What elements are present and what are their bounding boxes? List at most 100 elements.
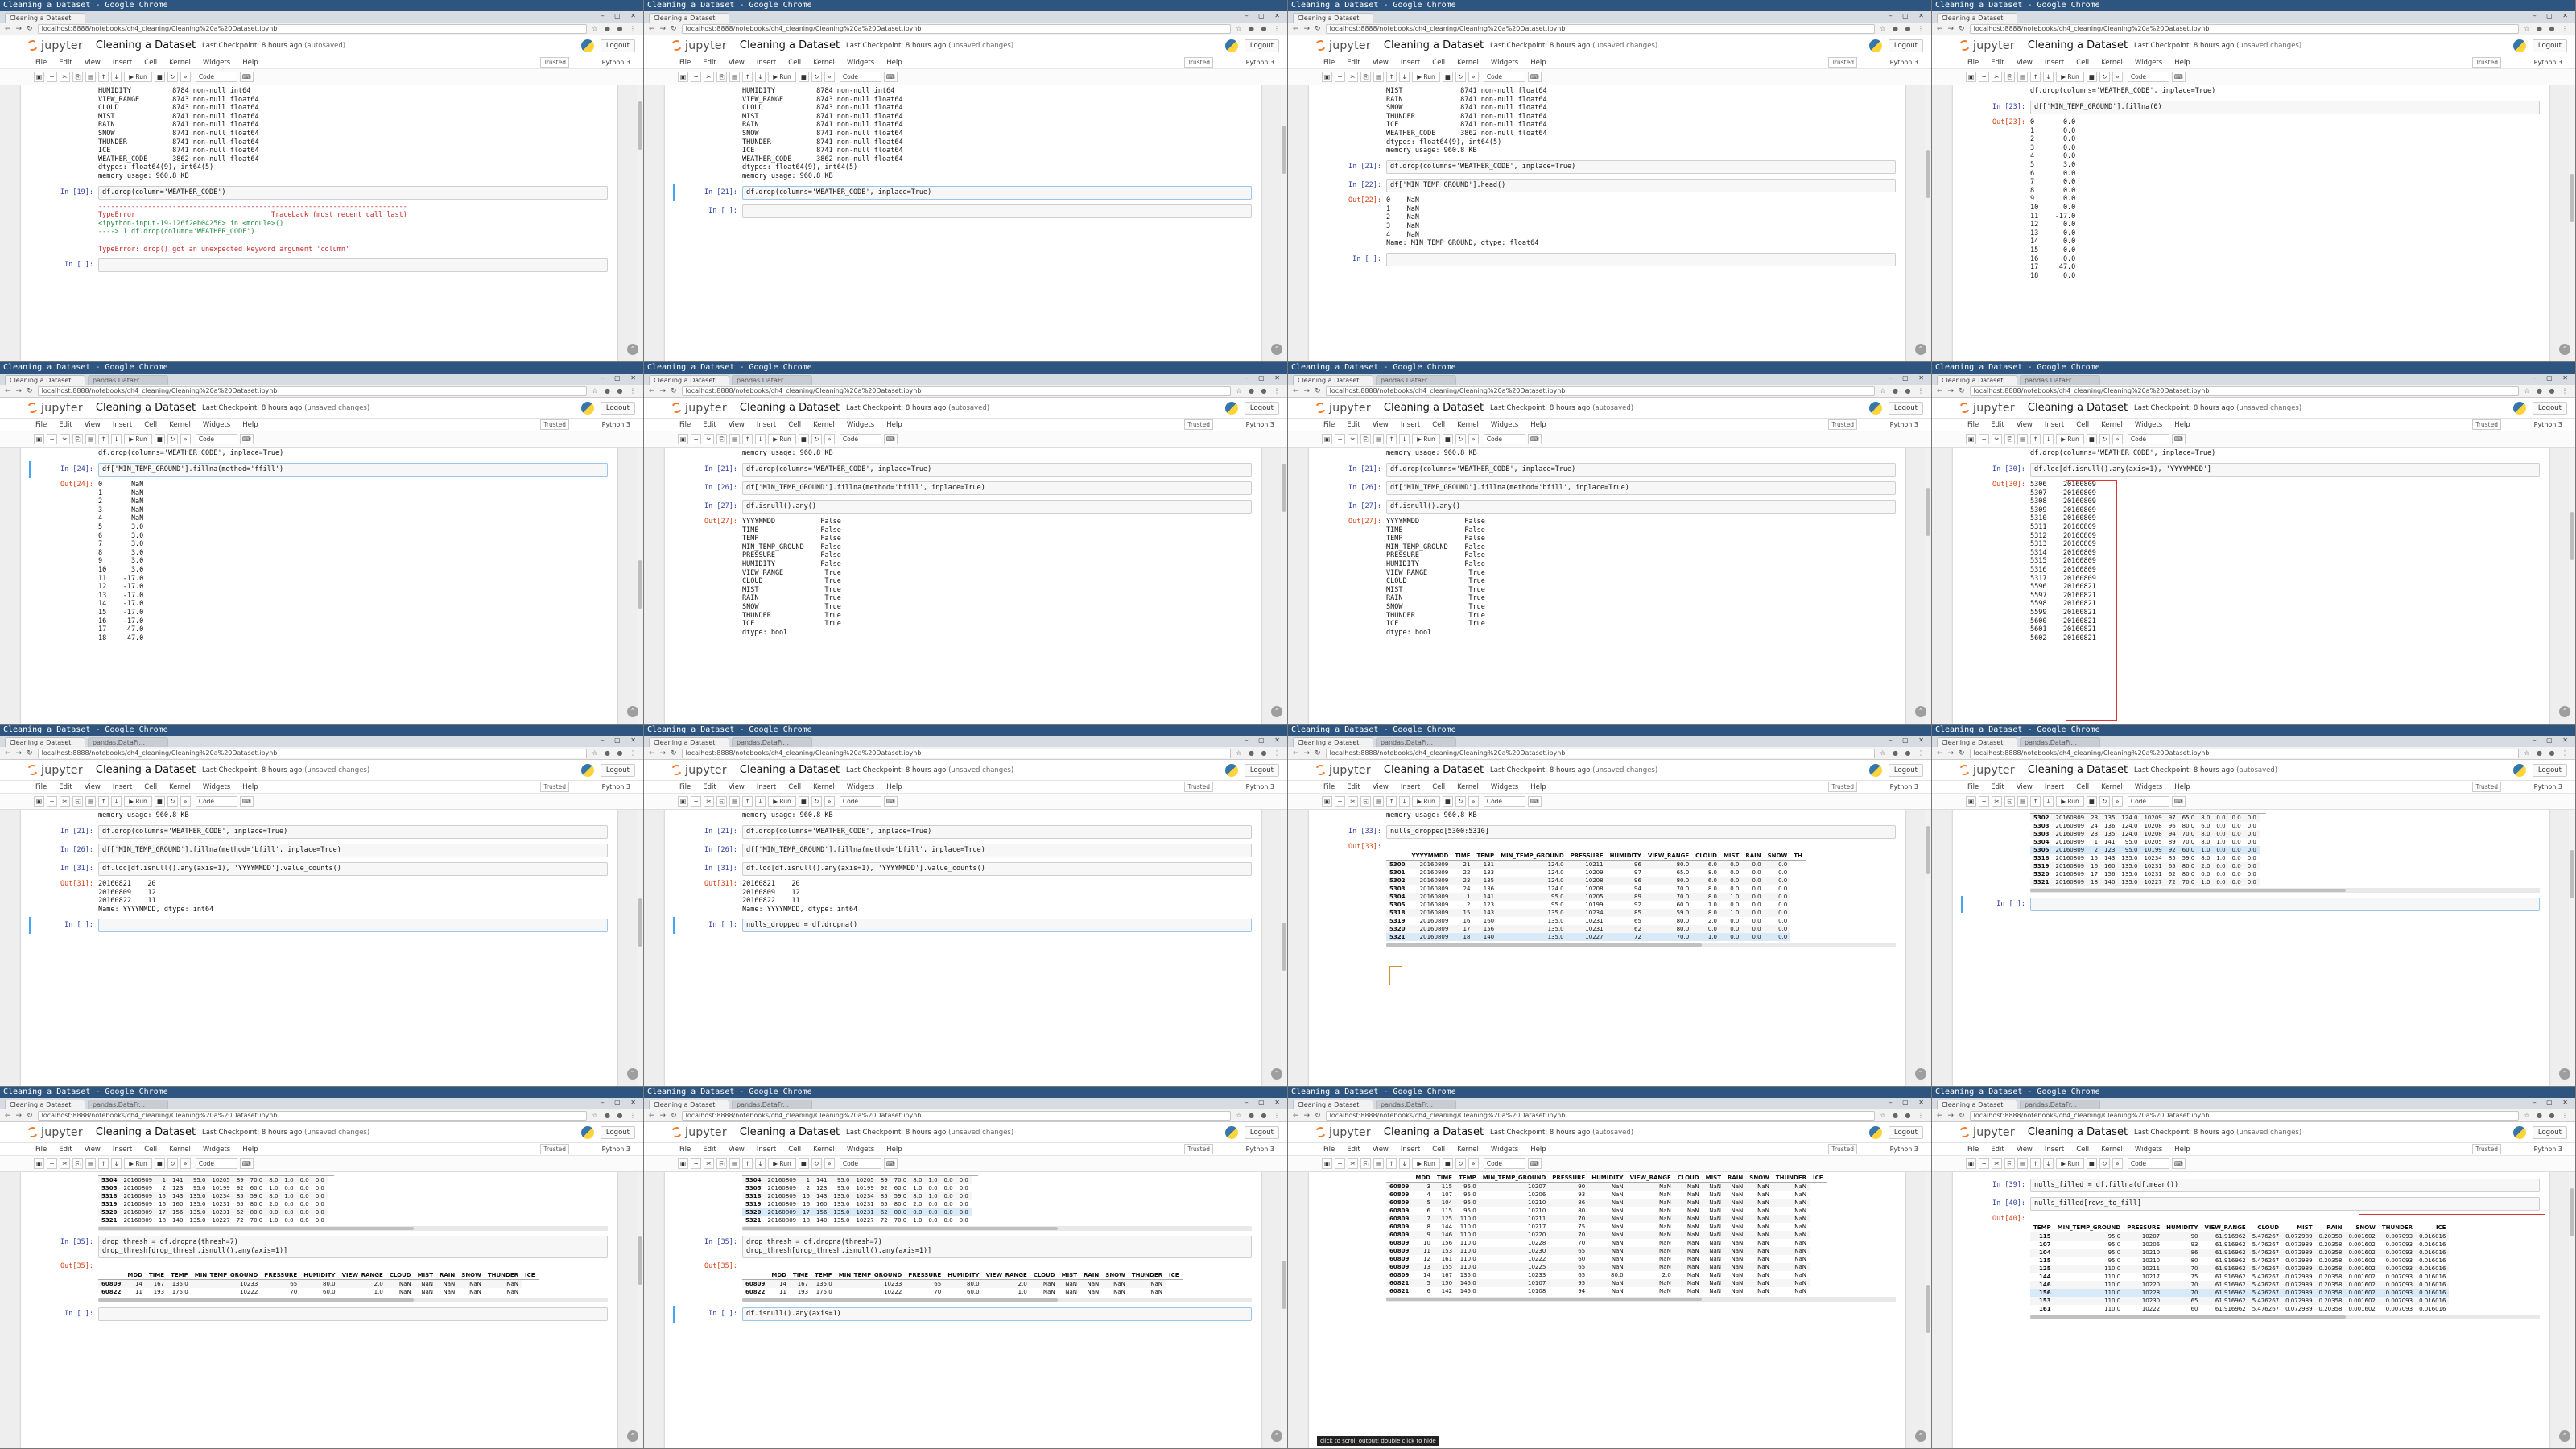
- tab-notebook[interactable]: Cleaning a Dataset: [649, 1100, 729, 1109]
- copy-icon[interactable]: ⎘: [716, 434, 728, 444]
- stop-icon[interactable]: ■: [154, 1158, 165, 1169]
- insert-cell-icon[interactable]: +: [1979, 72, 1990, 82]
- menu-insert[interactable]: Insert: [757, 783, 776, 791]
- menu-kernel[interactable]: Kernel: [813, 1146, 835, 1154]
- tab-notebook[interactable]: Cleaning a Dataset: [1937, 1100, 2017, 1109]
- code-input[interactable]: df.loc[df.isnull().any(axis=1), 'YYYYMMD…: [742, 861, 1252, 876]
- notebook-title[interactable]: Cleaning a Dataset: [740, 1126, 840, 1138]
- menu-widgets[interactable]: Widgets: [203, 59, 230, 67]
- jupyter-logo[interactable]: jupyter: [1958, 1126, 2015, 1139]
- paste-icon[interactable]: ▤: [1373, 72, 1385, 82]
- scrollbar-thumb[interactable]: [98, 1298, 415, 1302]
- trusted-badge[interactable]: Trusted: [2472, 419, 2501, 430]
- paste-icon[interactable]: ▤: [85, 72, 97, 82]
- table-row[interactable]: 5304 20160809 1 141 95.0 10205 89 70.0 8.0 1.0 0.0…: [1386, 892, 1806, 901]
- back-icon[interactable]: ←: [1937, 387, 1943, 395]
- menu-edit[interactable]: Edit: [1991, 783, 2004, 791]
- menu-insert[interactable]: Insert: [1401, 421, 1420, 429]
- move-down-icon[interactable]: ↓: [1399, 796, 1410, 807]
- menu-insert[interactable]: Insert: [1401, 59, 1420, 67]
- command-palette-icon[interactable]: ⌨: [239, 1158, 254, 1169]
- cell-type-select[interactable]: Code: [839, 72, 881, 82]
- notebook-title[interactable]: Cleaning a Dataset: [2028, 402, 2128, 414]
- table-row[interactable]: 60809 8 144 110.0 10217 75 NaN NaN NaN NaN NaN NaN N…: [1386, 1223, 1827, 1231]
- move-down-icon[interactable]: ↓: [755, 72, 766, 82]
- stop-icon[interactable]: ■: [2086, 72, 2097, 82]
- scrollbar-thumb[interactable]: [1282, 464, 1286, 512]
- menu-insert[interactable]: Insert: [2045, 783, 2064, 791]
- jupyter-logo[interactable]: jupyter: [26, 1126, 83, 1139]
- menu-widgets[interactable]: Widgets: [847, 59, 874, 67]
- back-icon[interactable]: ←: [649, 749, 655, 758]
- menu-insert[interactable]: Insert: [757, 59, 776, 67]
- scrollbar-thumb[interactable]: [638, 560, 642, 609]
- forward-icon[interactable]: →: [660, 1112, 667, 1120]
- url-field[interactable]: localhost:8888/notebooks/ch4_cleaning/Cl…: [37, 748, 588, 758]
- table-row[interactable]: 60809 6 115 95.0 10210 80 NaN NaN NaN NaN NaN NaN Na…: [1386, 1207, 1827, 1215]
- horizontal-scrollbar[interactable]: [742, 1226, 1252, 1231]
- menu-edit[interactable]: Edit: [59, 59, 72, 67]
- copy-icon[interactable]: ⎘: [72, 1158, 84, 1169]
- insert-cell-icon[interactable]: +: [691, 1158, 702, 1169]
- menu-kernel[interactable]: Kernel: [169, 783, 191, 791]
- scroll-to-top-icon[interactable]: ⌃: [1915, 706, 1926, 717]
- url-field[interactable]: localhost:8888/notebooks/ch4_cleaning/Cl…: [1325, 386, 1876, 396]
- menu-kernel[interactable]: Kernel: [1457, 421, 1479, 429]
- menu-insert[interactable]: Insert: [113, 1146, 132, 1154]
- cut-icon[interactable]: ✂: [60, 1158, 71, 1169]
- table-row[interactable]: 5321 20160809 18 140 135.0 10227 72 70.0 1.0 0.0 0…: [742, 1216, 978, 1224]
- paste-icon[interactable]: ▤: [85, 1158, 97, 1169]
- reload-icon[interactable]: ↻: [27, 1112, 33, 1120]
- code-input[interactable]: [2030, 898, 2540, 911]
- menu-cell[interactable]: Cell: [1432, 421, 1445, 429]
- menu-insert[interactable]: Insert: [757, 1146, 776, 1154]
- scrollbar[interactable]: [1925, 1172, 1931, 1448]
- run-button[interactable]: ▶ Run: [1412, 72, 1440, 82]
- notebook-title[interactable]: Cleaning a Dataset: [96, 764, 196, 776]
- menu-file[interactable]: File: [35, 783, 47, 791]
- copy-icon[interactable]: ⎘: [2004, 434, 2016, 444]
- stop-icon[interactable]: ■: [798, 796, 809, 807]
- fast-forward-icon[interactable]: »: [180, 796, 191, 807]
- copy-icon[interactable]: ⎘: [72, 434, 84, 444]
- table-row[interactable]: 60809 10 156 110.0 10228 70 NaN NaN NaN NaN NaN NaN…: [1386, 1239, 1827, 1247]
- table-row[interactable]: 5302 20160809 23 135 124.0 10209 97 65.0 8.0 0.0 0…: [2030, 813, 2266, 822]
- restart-icon[interactable]: ↻: [811, 796, 822, 807]
- extension-icons[interactable]: ☆ ● ● ⋮: [1880, 25, 1926, 32]
- menu-widgets[interactable]: Widgets: [2135, 1146, 2162, 1154]
- paste-icon[interactable]: ▤: [2017, 796, 2029, 807]
- back-icon[interactable]: ←: [5, 387, 11, 395]
- table-row[interactable]: 5320 20160809 17 156 135.0 10231 62 80.0 0.0 0.0 0…: [1386, 924, 1806, 933]
- stop-icon[interactable]: ■: [1442, 72, 1453, 82]
- paste-icon[interactable]: ▤: [2017, 434, 2029, 444]
- move-down-icon[interactable]: ↓: [2043, 1158, 2054, 1169]
- menu-help[interactable]: Help: [242, 1146, 258, 1154]
- menu-edit[interactable]: Edit: [59, 421, 72, 429]
- menu-file[interactable]: File: [679, 421, 691, 429]
- cut-icon[interactable]: ✂: [60, 434, 71, 444]
- stop-icon[interactable]: ■: [1442, 434, 1453, 444]
- move-down-icon[interactable]: ↓: [1399, 434, 1410, 444]
- scrollbar-thumb[interactable]: [2030, 1315, 2347, 1319]
- reload-icon[interactable]: ↻: [27, 387, 33, 395]
- table-row[interactable]: 5305 20160809 2 123 95.0 10199 92 60.0 1.0 0.0 0.0…: [742, 1184, 978, 1192]
- extension-icons[interactable]: ☆ ● ● ⋮: [592, 1112, 638, 1119]
- save-icon[interactable]: ▣: [1966, 72, 1977, 82]
- back-icon[interactable]: ←: [5, 1112, 11, 1120]
- tab-pandas-docs[interactable]: pandas.DataFr...: [1376, 737, 1456, 747]
- menu-help[interactable]: Help: [886, 783, 902, 791]
- menu-file[interactable]: File: [1967, 59, 1979, 67]
- menu-view[interactable]: View: [85, 421, 101, 429]
- menu-edit[interactable]: Edit: [1347, 59, 1360, 67]
- jupyter-logo[interactable]: jupyter: [1958, 402, 2015, 415]
- scrollbar-thumb[interactable]: [1926, 1285, 1930, 1333]
- trusted-badge[interactable]: Trusted: [540, 1144, 569, 1154]
- copy-icon[interactable]: ⎘: [2004, 796, 2016, 807]
- save-icon[interactable]: ▣: [1322, 72, 1333, 82]
- scrollbar[interactable]: [1281, 810, 1287, 1086]
- menu-cell[interactable]: Cell: [788, 421, 801, 429]
- notebook-title[interactable]: Cleaning a Dataset: [1384, 764, 1484, 776]
- scrollbar-thumb[interactable]: [1282, 923, 1286, 971]
- menu-view[interactable]: View: [1373, 59, 1389, 67]
- scroll-to-top-icon[interactable]: ⌃: [1915, 1430, 1926, 1442]
